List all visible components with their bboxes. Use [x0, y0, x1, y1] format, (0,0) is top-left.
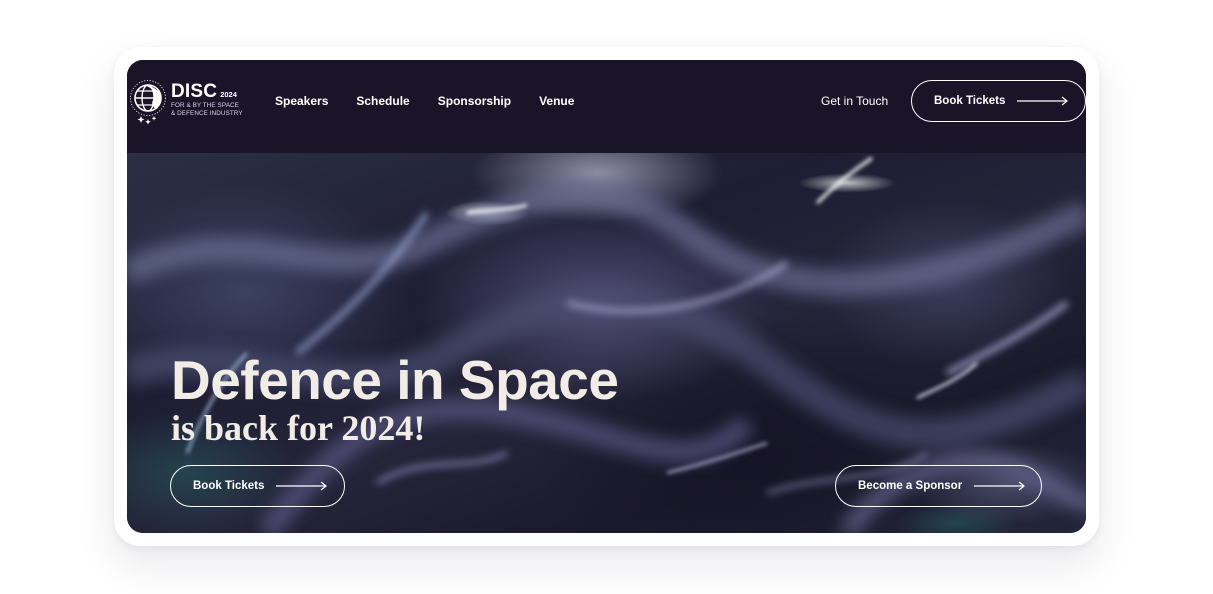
logo-text: DISC 2024 FOR & BY THE SPACE & DEFENCE I… — [171, 82, 243, 117]
browser-frame: DISC 2024 FOR & BY THE SPACE & DEFENCE I… — [114, 47, 1099, 546]
header-book-tickets-button[interactable]: Book Tickets — [911, 80, 1086, 122]
hero-book-tickets-button[interactable]: Book Tickets — [170, 465, 345, 507]
become-sponsor-button[interactable]: Become a Sponsor — [835, 465, 1042, 507]
arrow-right-icon — [1017, 96, 1069, 106]
nav-link-schedule[interactable]: Schedule — [356, 94, 409, 108]
hero-section: Defence in Space is back for 2024! Book … — [127, 153, 1086, 533]
hero-title: Defence in Space — [171, 349, 619, 411]
logo-tagline-line2: & DEFENCE INDUSTRY — [171, 109, 243, 117]
header-book-tickets-label: Book Tickets — [934, 95, 1006, 107]
get-in-touch-link[interactable]: Get in Touch — [821, 94, 888, 108]
hero-book-tickets-label: Book Tickets — [193, 480, 265, 492]
nav-link-venue[interactable]: Venue — [539, 94, 574, 108]
hero-subtitle: is back for 2024! — [171, 408, 426, 448]
website-screen: DISC 2024 FOR & BY THE SPACE & DEFENCE I… — [127, 60, 1086, 533]
arrow-right-icon — [276, 481, 328, 491]
arrow-right-icon — [974, 481, 1026, 491]
main-nav: Speakers Schedule Sponsorship Venue — [275, 94, 574, 108]
logo-year: 2024 — [220, 90, 237, 99]
logo-tagline-line1: FOR & BY THE SPACE — [171, 101, 239, 109]
nav-link-sponsorship[interactable]: Sponsorship — [438, 94, 511, 108]
globe-icon — [130, 80, 166, 125]
nav-link-speakers[interactable]: Speakers — [275, 94, 328, 108]
logo-title-row: DISC 2024 — [171, 82, 243, 101]
site-header: DISC 2024 FOR & BY THE SPACE & DEFENCE I… — [127, 60, 1086, 153]
logo-title: DISC — [171, 80, 218, 102]
become-sponsor-label: Become a Sponsor — [858, 480, 963, 492]
site-logo[interactable]: DISC 2024 FOR & BY THE SPACE & DEFENCE I… — [129, 76, 243, 128]
